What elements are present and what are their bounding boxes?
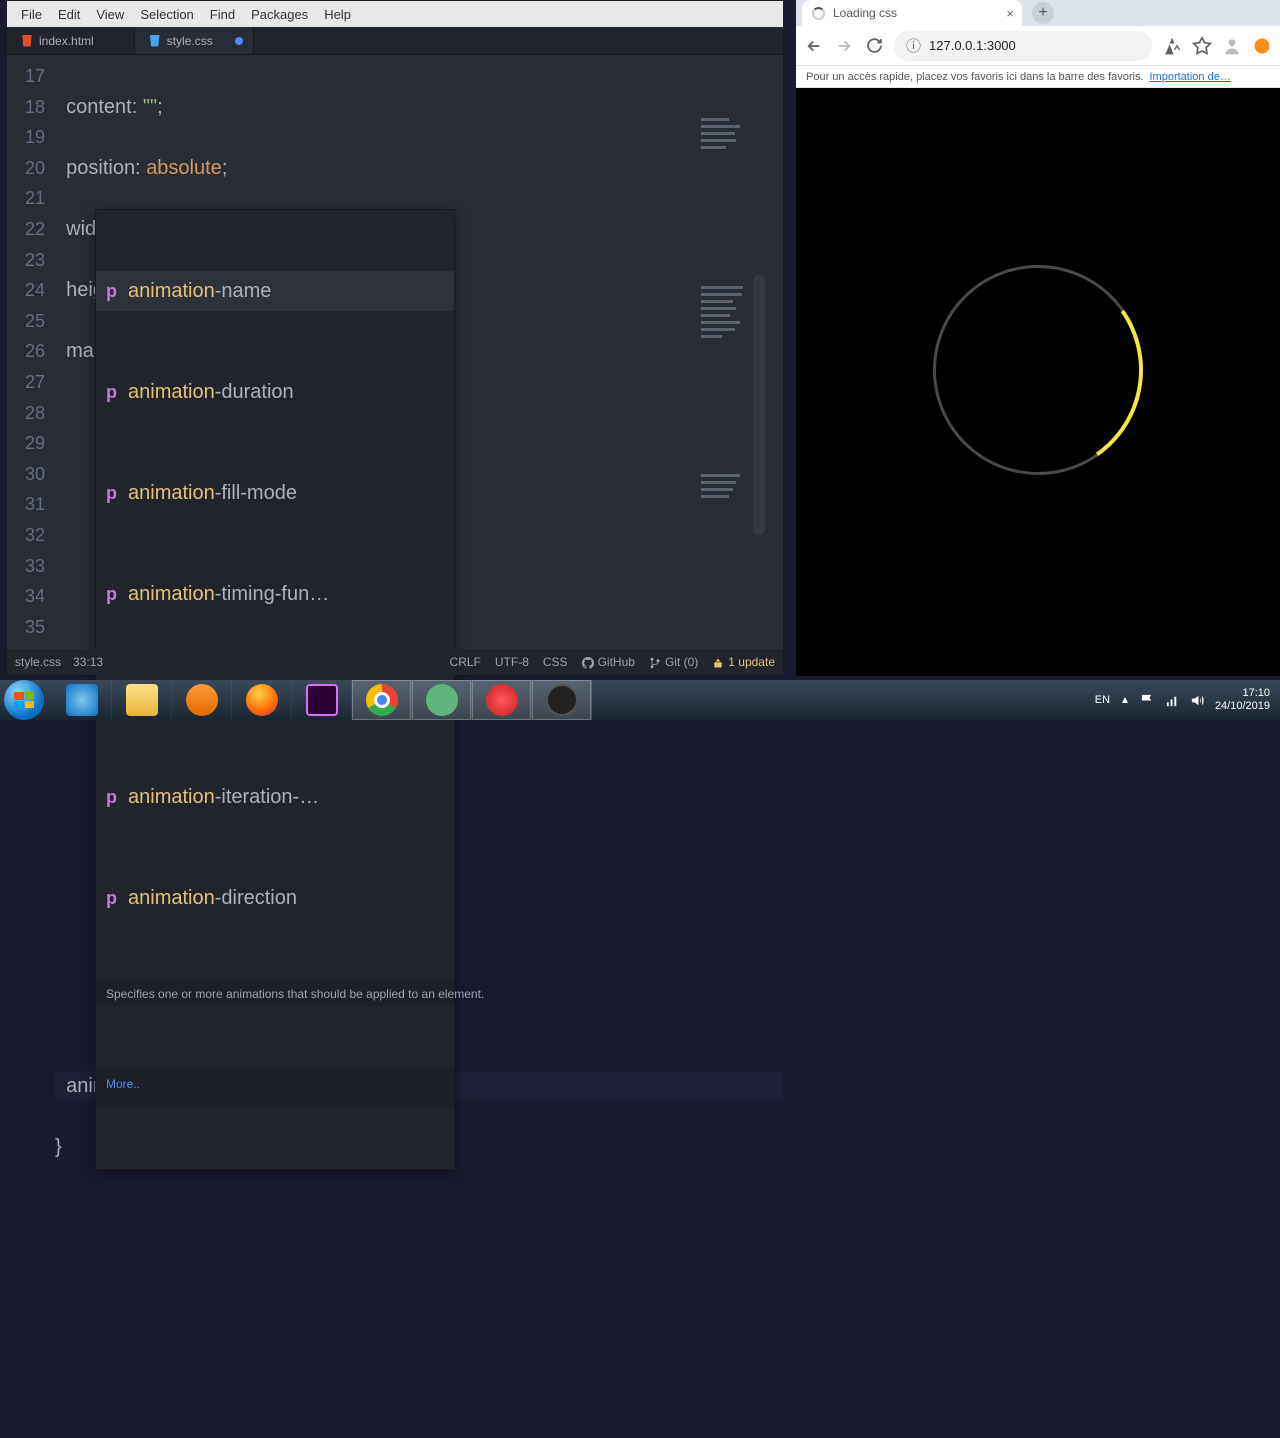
menu-find[interactable]: Find xyxy=(202,7,243,22)
browser-window: Loading css × + ⓘ 127.0.0.1:3000 Pour un… xyxy=(796,0,1280,676)
status-git[interactable]: Git (0) xyxy=(649,655,698,669)
tab-index-html[interactable]: index.html xyxy=(7,27,135,54)
firefox-icon xyxy=(246,684,278,716)
bookmark-hint: Pour un accès rapide, placez vos favoris… xyxy=(806,71,1144,83)
site-info-icon[interactable]: ⓘ xyxy=(906,35,921,56)
back-arrow-icon xyxy=(805,37,823,55)
tab-label: index.html xyxy=(39,34,94,48)
reload-icon xyxy=(866,37,883,54)
wmp-icon xyxy=(186,684,218,716)
autocomplete-item[interactable]: panimation-duration xyxy=(96,372,454,412)
taskbar-opera[interactable] xyxy=(472,680,532,720)
new-tab-button[interactable]: + xyxy=(1032,2,1054,24)
opera-icon xyxy=(486,684,518,716)
address-bar[interactable]: ⓘ 127.0.0.1:3000 xyxy=(894,31,1152,61)
tray-time: 17:10 xyxy=(1215,687,1270,700)
import-bookmarks-link[interactable]: Importation de… xyxy=(1150,71,1231,83)
tray-language[interactable]: EN xyxy=(1095,694,1110,706)
chrome-icon xyxy=(366,684,398,716)
close-tab-icon[interactable]: × xyxy=(1006,6,1014,21)
forward-arrow-icon xyxy=(835,37,853,55)
system-tray: EN ▲ 17:10 24/10/2019 xyxy=(1095,687,1280,712)
url-text: 127.0.0.1:3000 xyxy=(929,38,1016,53)
windows-logo-icon xyxy=(14,692,34,708)
editor-tabs: index.html style.css xyxy=(7,27,783,55)
browser-toolbar: ⓘ 127.0.0.1:3000 xyxy=(796,26,1280,66)
obs-icon xyxy=(546,684,578,716)
tray-network-icon[interactable] xyxy=(1165,693,1180,708)
github-icon xyxy=(582,657,594,669)
status-cursor-pos[interactable]: 33:13 xyxy=(73,655,103,669)
minimap[interactable] xyxy=(701,57,771,257)
translate-icon[interactable] xyxy=(1162,36,1182,56)
editor-body[interactable]: 17181920212223242526272829303132333435 c… xyxy=(7,55,783,649)
git-branch-icon xyxy=(649,657,661,669)
back-button[interactable] xyxy=(804,36,824,56)
menu-packages[interactable]: Packages xyxy=(243,7,316,22)
taskbar-ie[interactable] xyxy=(52,680,112,720)
line-gutter: 17181920212223242526272829303132333435 xyxy=(7,55,55,649)
tab-label: style.css xyxy=(167,34,213,48)
extension-icon[interactable] xyxy=(1252,36,1272,56)
page-content xyxy=(796,88,1280,676)
premiere-icon xyxy=(306,684,338,716)
autocomplete-description: Specifies one or more animations that sh… xyxy=(96,980,454,1006)
ie-icon xyxy=(66,684,98,716)
bookmark-star-icon[interactable] xyxy=(1192,36,1212,56)
menubar: File Edit View Selection Find Packages H… xyxy=(7,1,783,27)
browser-tabstrip: Loading css × + xyxy=(796,0,1280,26)
css-file-icon xyxy=(149,35,161,47)
browser-tab[interactable]: Loading css × xyxy=(802,0,1022,26)
code-editor-window: File Edit View Selection Find Packages H… xyxy=(6,0,784,676)
folder-icon xyxy=(126,684,158,716)
tab-title: Loading css xyxy=(833,6,897,20)
taskbar: EN ▲ 17:10 24/10/2019 xyxy=(0,680,1280,720)
forward-button[interactable] xyxy=(834,36,854,56)
autocomplete-item[interactable]: panimation-timing-fun… xyxy=(96,575,454,615)
tray-show-hidden-icon[interactable]: ▲ xyxy=(1120,695,1130,706)
status-encoding[interactable]: UTF-8 xyxy=(495,655,529,669)
taskbar-media-player[interactable] xyxy=(172,680,232,720)
reload-button[interactable] xyxy=(864,36,884,56)
taskbar-explorer[interactable] xyxy=(112,680,172,720)
taskbar-atom[interactable] xyxy=(412,680,472,720)
status-github[interactable]: GitHub xyxy=(582,655,635,669)
statusbar: style.css 33:13 CRLF UTF-8 CSS GitHub Gi… xyxy=(7,649,783,675)
unsaved-indicator-icon xyxy=(235,37,243,45)
taskbar-items xyxy=(52,680,592,720)
autocomplete-more-link[interactable]: More.. xyxy=(96,1067,454,1108)
loader-arc xyxy=(916,249,1159,492)
update-icon xyxy=(712,657,724,669)
menu-file[interactable]: File xyxy=(13,7,50,22)
autocomplete-item[interactable]: panimation-fill-mode xyxy=(96,474,454,514)
menu-view[interactable]: View xyxy=(88,7,132,22)
status-update[interactable]: 1 update xyxy=(712,655,775,669)
tab-style-css[interactable]: style.css xyxy=(135,27,254,54)
menu-edit[interactable]: Edit xyxy=(50,7,88,22)
menu-help[interactable]: Help xyxy=(316,7,359,22)
tray-date: 24/10/2019 xyxy=(1215,700,1270,713)
status-language[interactable]: CSS xyxy=(543,655,568,669)
taskbar-premiere[interactable] xyxy=(292,680,352,720)
start-button[interactable] xyxy=(4,680,44,720)
atom-icon xyxy=(426,684,458,716)
autocomplete-item[interactable]: panimation-name xyxy=(96,271,454,311)
html-file-icon xyxy=(21,35,33,47)
autocomplete-item[interactable]: panimation-iteration-… xyxy=(96,777,454,817)
status-eol[interactable]: CRLF xyxy=(450,655,481,669)
taskbar-firefox[interactable] xyxy=(232,680,292,720)
profile-icon[interactable] xyxy=(1222,36,1242,56)
tray-flag-icon[interactable] xyxy=(1140,693,1155,708)
code-area[interactable]: content: ""; position: absolute; width: … xyxy=(55,55,783,649)
taskbar-obs[interactable] xyxy=(532,680,592,720)
tray-clock[interactable]: 17:10 24/10/2019 xyxy=(1215,687,1270,712)
bookmark-bar: Pour un accès rapide, placez vos favoris… xyxy=(796,66,1280,88)
tray-volume-icon[interactable] xyxy=(1190,693,1205,708)
loading-spinner-icon xyxy=(812,7,825,20)
taskbar-chrome[interactable] xyxy=(352,680,412,720)
autocomplete-item[interactable]: panimation-direction xyxy=(96,878,454,918)
scrollbar[interactable] xyxy=(753,275,765,535)
menu-selection[interactable]: Selection xyxy=(132,7,201,22)
status-file[interactable]: style.css xyxy=(15,655,61,669)
